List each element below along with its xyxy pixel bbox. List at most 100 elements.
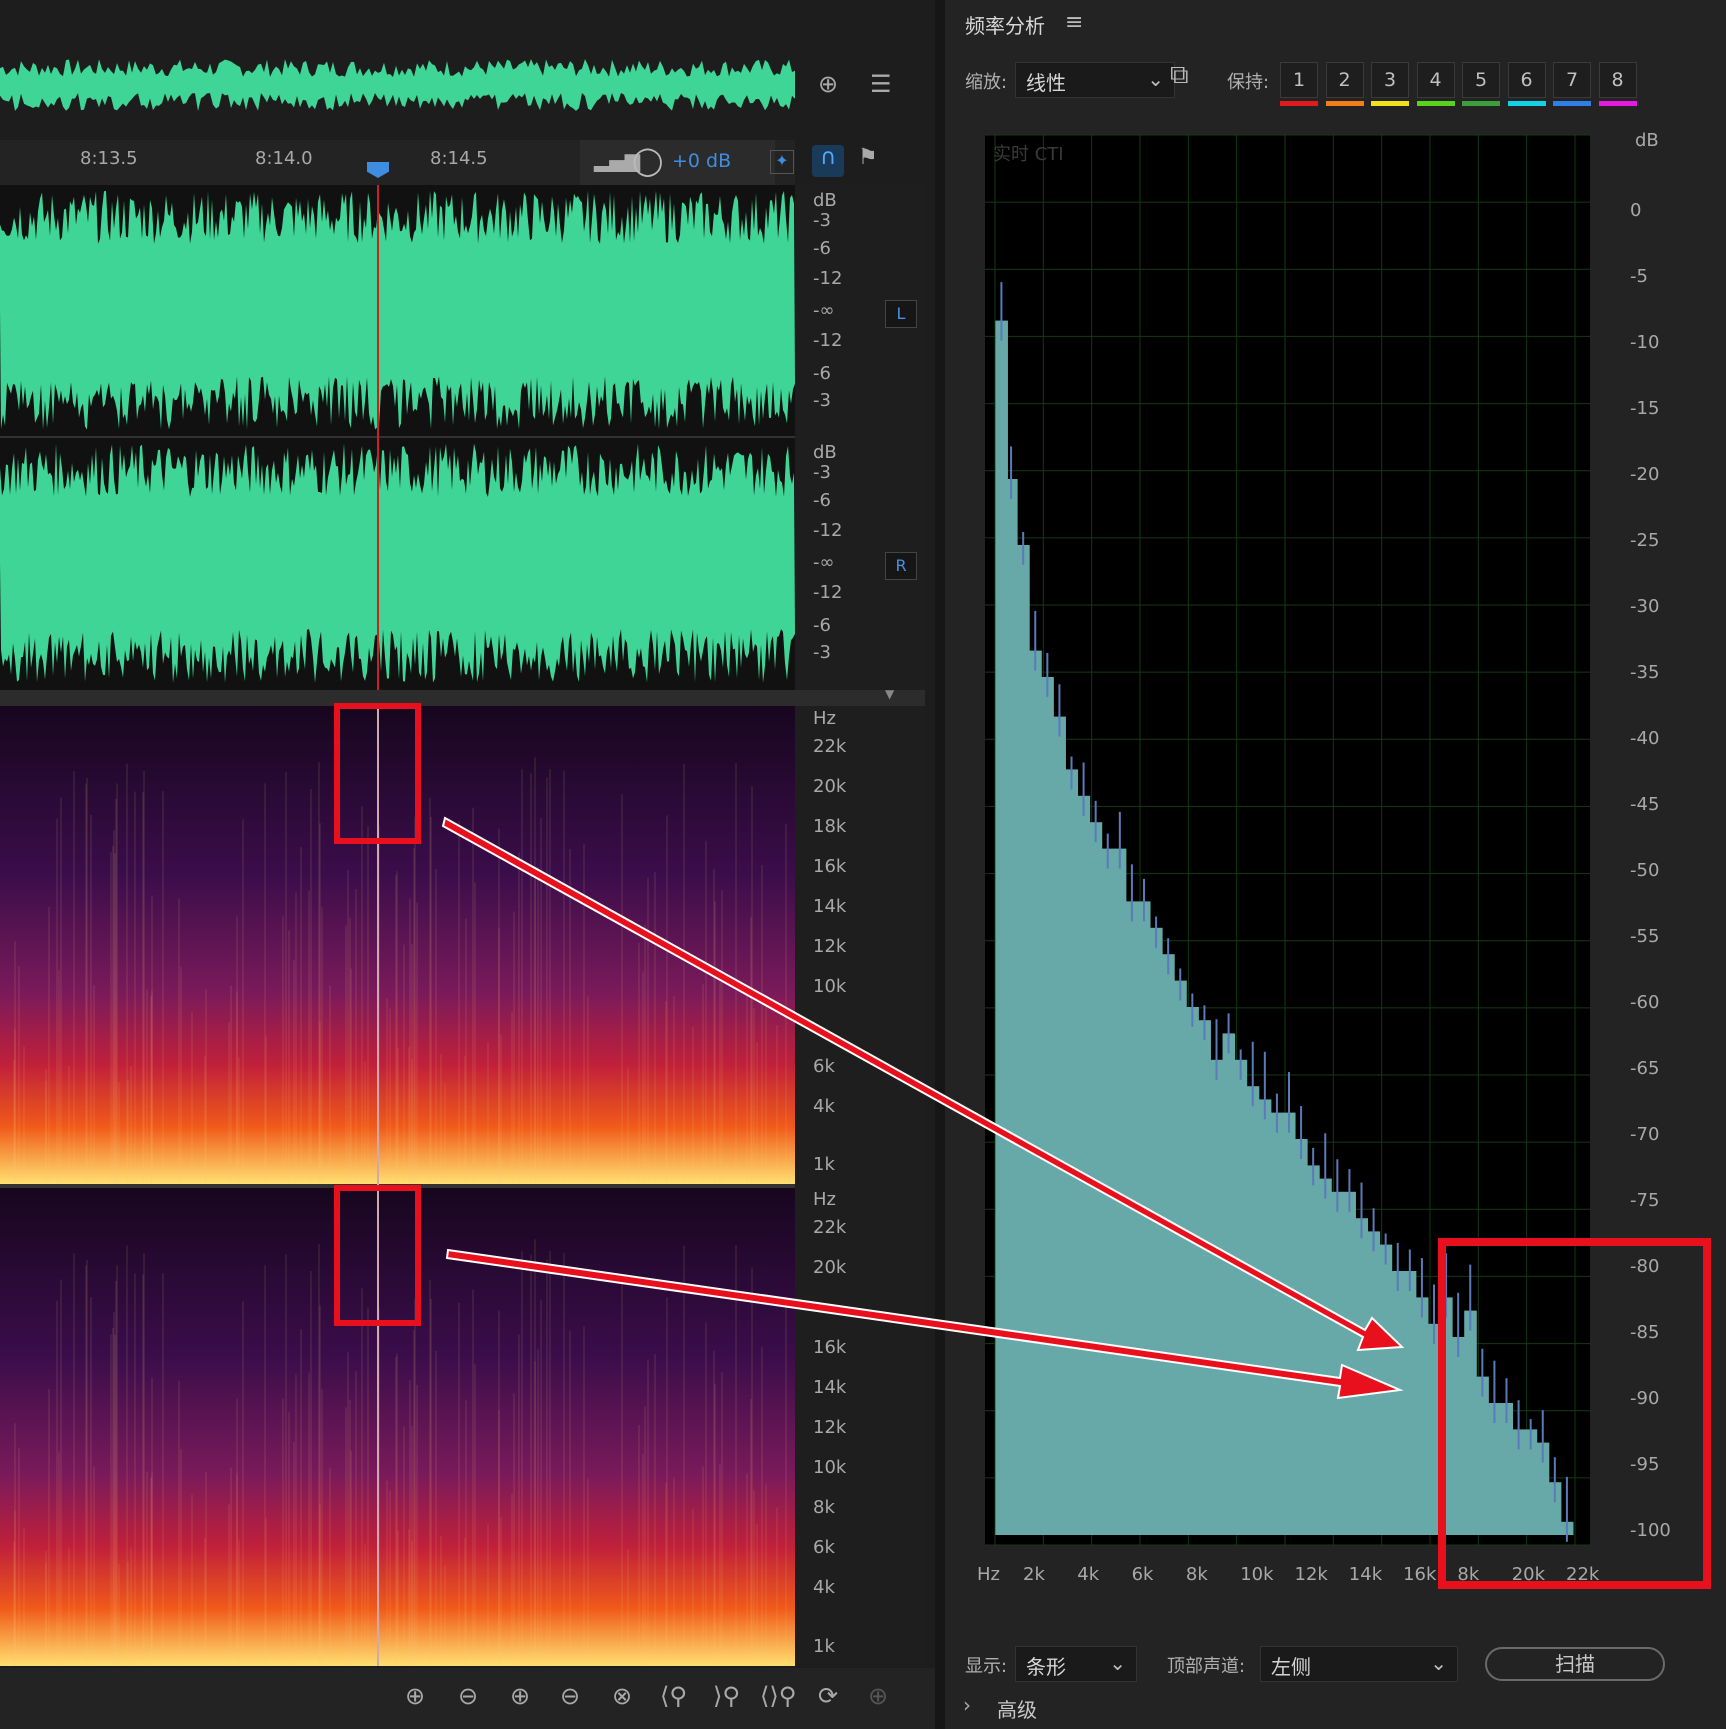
spectrum-bar [1113,848,1127,1535]
hz-label: 18k [813,816,847,837]
playhead-marker[interactable] [367,162,389,178]
db-tick-label: -25 [1630,530,1660,551]
hz-tick-label: 14k [1349,1564,1383,1585]
spectrum-bar [1017,545,1030,1535]
db-unit: dB [813,190,837,211]
hz-label: 14k [813,896,847,917]
scan-button[interactable]: 扫描 [1485,1647,1665,1681]
spectrum-bar [1125,901,1139,1535]
zoom-reset-icon[interactable]: ⟳ [818,1682,838,1710]
hz-tick-label: 2k [1023,1564,1045,1585]
hold-button-2[interactable]: 2 [1325,62,1364,98]
db-label: -6 [813,363,831,384]
zoom-dropdown[interactable]: 线性 ⌄ [1015,62,1175,98]
snapshot-icon[interactable]: ⧉ [1170,60,1189,91]
channel-right-toggle[interactable]: R [885,552,917,580]
db-tick-label: -35 [1630,662,1660,683]
spectrum-bar [1464,1310,1477,1535]
hold-button-6[interactable]: 6 [1507,62,1546,98]
headphone-icon[interactable]: ∩ [812,145,844,177]
chevron-right-icon[interactable]: › [963,1693,971,1717]
hold-button-8[interactable]: 8 [1598,62,1637,98]
top-channel-dropdown[interactable]: 左侧 ⌄ [1260,1646,1458,1682]
hold-button-3[interactable]: 3 [1371,62,1409,98]
spectrum-bar [1415,1297,1429,1535]
overview-waveform[interactable] [0,55,795,115]
db-tick-label: -50 [1630,860,1660,881]
zoom-in-time-icon[interactable]: ⊕ [510,1682,530,1710]
spectrum-bar [1101,848,1115,1535]
spectrum-bar [1053,716,1066,1535]
zoom-fit-icon[interactable]: ⊕ [818,70,838,98]
hold-button-7[interactable]: 7 [1553,62,1591,98]
spectrum-bar [1198,1020,1211,1535]
hz-label: 10k [813,1457,847,1478]
zoom-out-amplitude-icon[interactable]: ⊖ [458,1682,478,1710]
hz-tick-label: 4k [1077,1564,1099,1585]
db-tick-label: -55 [1630,926,1660,947]
spectrum-bar [1162,954,1175,1535]
hold-button-5[interactable]: 5 [1462,62,1500,98]
hz-label: 12k [813,936,847,957]
spectrum-bar [1258,1099,1272,1535]
hz-tick-label: 22k [1566,1564,1600,1585]
advanced-toggle[interactable]: 高级 [997,1694,1037,1723]
zoom-out-time-icon[interactable]: ⊖ [560,1682,580,1710]
db-label: -12 [813,330,843,351]
panel-menu-icon[interactable]: ≡ [1065,10,1083,35]
panel-title: 频率分析 [965,14,1045,38]
waveform-view[interactable] [0,185,795,690]
hz-tick-label: 16k [1403,1564,1437,1585]
splitter[interactable]: ▼ [0,687,925,706]
db-label: -3 [813,462,831,483]
hold-color-bar [1280,101,1318,106]
hz-label: 4k [813,1577,835,1598]
top-channel-label: 顶部声道: [1167,1656,1246,1677]
spectrum-bar [1077,795,1091,1535]
list-view-icon[interactable]: ☰ [870,70,892,98]
spectrum-bar [1379,1244,1393,1535]
db-tick-label: -100 [1630,1520,1671,1541]
zoom-selection-icon[interactable]: ⟨⟩⚲ [760,1682,796,1710]
hz-tick-label: 10k [1240,1564,1274,1585]
volume-knob-icon[interactable]: ◯ [632,144,663,177]
db-label: -3 [813,390,831,411]
zoom-selection-right-icon[interactable]: ⟩⚲ [713,1682,740,1710]
hz-label: 22k [813,1217,847,1238]
pin-icon[interactable]: ✦ [770,150,794,174]
spectrum-bar [1186,1007,1199,1535]
channel-left-toggle[interactable]: L [885,300,917,328]
hz-label: 1k [813,1154,835,1175]
frequency-analysis-panel: 频率分析 ≡ 缩放: 线性 ⌄ ⧉ 保持: 12345678 实时 CTI Hz… [945,0,1726,1729]
hold-button-1[interactable]: 1 [1280,62,1318,98]
spectrum-bar [1282,1112,1296,1535]
db-tick-label: -70 [1630,1124,1660,1145]
hold-button-4[interactable]: 4 [1416,62,1455,98]
marker-icon[interactable]: ⚑ [858,145,878,170]
display-value: 条形 [1026,1655,1066,1679]
display-dropdown[interactable]: 条形 ⌄ [1015,1646,1137,1682]
gain-value[interactable]: +0 dB [672,150,731,172]
hz-label: 1k [813,1636,835,1657]
zoom-selection-left-icon[interactable]: ⟨⚲ [660,1682,687,1710]
chevron-down-icon: ⌄ [1109,1651,1126,1675]
zoom-full-icon[interactable]: ⊗ [612,1682,632,1710]
spectral-view[interactable] [0,706,795,1666]
db-tick-label: -30 [1630,596,1660,617]
hold-color-bar [1598,101,1637,106]
editor-panel: ⊕ ☰ 8:13.5 8:14.0 8:14.5 ▂▄▆ ◯ +0 dB ✦ ∩… [0,0,935,1729]
zoom-in-amplitude-icon[interactable]: ⊕ [405,1682,425,1710]
frequency-graph[interactable]: 实时 CTI Hz 2k 4k 6k 8k 10k 12k 14k 16k 8k 20k 22k [975,130,1615,1595]
hold-color-bar [1325,101,1364,106]
db-tick-label: -90 [1630,1388,1660,1409]
hold-color-bar [1553,101,1591,106]
hz-label: 16k [813,1337,847,1358]
hz-label: 8k [813,1497,835,1518]
spectrum-bar [1331,1191,1344,1535]
spectrum-bar [1222,1033,1236,1535]
db-tick-label: -95 [1630,1454,1660,1475]
spectrum-bar [1137,901,1151,1535]
panel-divider[interactable] [935,0,945,1729]
hz-unit: Hz [977,1564,1000,1585]
zoom-toolbar: ⊕ ⊖ ⊕ ⊖ ⊗ ⟨⚲ ⟩⚲ ⟨⟩⚲ ⟳ ⊕ [0,1668,935,1729]
